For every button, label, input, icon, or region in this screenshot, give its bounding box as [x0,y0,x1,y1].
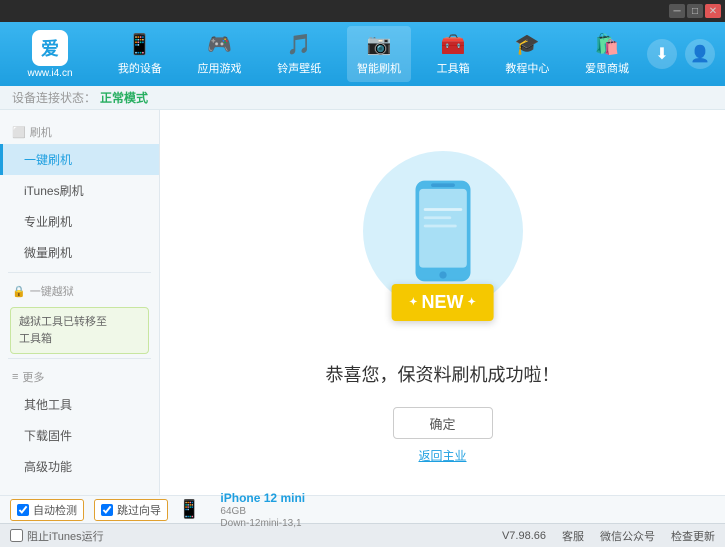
auto-flash-input[interactable] [17,504,29,516]
success-graphic: NEW [343,141,543,341]
more-section-icon: ≡ [12,371,18,383]
nav-app-game[interactable]: 🎮 应用游戏 [188,26,252,82]
back-link[interactable]: 返回主业 [418,447,466,464]
jailbreak-section-label: 一键越狱 [30,283,74,299]
sidebar-item-download-fw[interactable]: 下载固件 [0,420,159,451]
top-nav: 爱 www.i4.cn 📱 我的设备 🎮 应用游戏 🎵 铃声壁纸 📷 智能刷机 … [0,22,725,86]
nav-my-device[interactable]: 📱 我的设备 [108,26,172,82]
sidebar: ⬜ 刷机 一键刷机 iTunes刷机 专业刷机 微量刷机 🔒 一键越狱 越狱工具… [0,110,160,495]
tutorial-icon: 🎓 [515,32,540,57]
nav-ringtone[interactable]: 🎵 铃声壁纸 [267,26,331,82]
check-update-link[interactable]: 检查更新 [671,528,715,544]
use-wizard-input[interactable] [101,504,113,516]
conn-label: 设备连接状态： [12,89,96,106]
device-storage: 64GB [220,506,305,517]
toolbox-label: 工具箱 [437,60,470,76]
my-device-icon: 📱 [127,32,152,57]
lock-icon: 🔒 [12,285,26,298]
logo-icon: 爱 [32,30,68,66]
itunes-block-label: 阻止iTunes运行 [27,528,104,544]
device-phone-icon: 📱 [178,499,200,520]
sidebar-divider-1 [8,272,151,273]
flash-section-icon: ⬜ [12,126,26,139]
nav-items: 📱 我的设备 🎮 应用游戏 🎵 铃声壁纸 📷 智能刷机 🧰 工具箱 🎓 教程中心… [100,26,647,82]
sidebar-divider-2 [8,358,151,359]
customer-service-link[interactable]: 客服 [562,528,584,544]
sidebar-section-jailbreak: 🔒 一键越狱 [0,277,159,303]
download-btn[interactable]: ⬇ [647,39,677,69]
logo: 爱 www.i4.cn [10,30,90,79]
version-text: V7.98.66 [502,530,546,542]
app-game-icon: 🎮 [207,32,232,57]
minimize-btn[interactable]: ─ [669,4,685,18]
confirm-button[interactable]: 确定 [393,407,493,439]
sidebar-item-advanced[interactable]: 高级功能 [0,451,159,482]
status-right: V7.98.66 客服 微信公众号 检查更新 [502,528,715,544]
nav-smart-flash[interactable]: 📷 智能刷机 [347,26,411,82]
sidebar-item-itunes-flash[interactable]: iTunes刷机 [0,175,159,206]
nav-store[interactable]: 🛍️ 爱思商城 [575,26,639,82]
tutorial-label: 教程中心 [505,60,549,76]
itunes-block-checkbox[interactable]: 阻止iTunes运行 [10,528,104,544]
my-device-label: 我的设备 [118,60,162,76]
conn-value: 正常模式 [100,89,148,106]
store-label: 爱思商城 [585,60,629,76]
use-wizard-checkbox[interactable]: 跳过向导 [94,499,168,521]
new-badge: NEW [391,284,494,321]
phone-svg [408,176,478,286]
device-name: iPhone 12 mini [220,491,305,505]
maximize-btn[interactable]: □ [687,4,703,18]
title-bar: ─ □ ✕ [0,0,725,22]
close-btn[interactable]: ✕ [705,4,721,18]
nav-toolbox[interactable]: 🧰 工具箱 [427,26,480,82]
smart-flash-icon: 📷 [367,32,392,57]
ringtone-label: 铃声壁纸 [277,60,321,76]
auto-flash-label: 自动检测 [33,502,77,518]
success-title: 恭喜您，保资料刷机成功啦！ [326,361,560,387]
more-section-label: 更多 [22,369,44,385]
sidebar-item-one-key-flash[interactable]: 一键刷机 [0,144,159,175]
smart-flash-label: 智能刷机 [357,60,401,76]
nav-tutorial[interactable]: 🎓 教程中心 [495,26,559,82]
store-icon: 🛍️ [595,32,620,57]
nav-right: ⬇ 👤 [647,39,715,69]
use-wizard-label: 跳过向导 [117,502,161,518]
auto-flash-checkbox[interactable]: 自动检测 [10,499,84,521]
sidebar-section-flash: ⬜ 刷机 [0,118,159,144]
toolbox-icon: 🧰 [441,32,466,57]
itunes-block-input[interactable] [10,529,23,542]
sidebar-item-other-tools[interactable]: 其他工具 [0,389,159,420]
status-bar: 阻止iTunes运行 V7.98.66 客服 微信公众号 检查更新 [0,523,725,547]
content-area: NEW 恭喜您，保资料刷机成功啦！ 确定 返回主业 [160,110,725,495]
app-game-label: 应用游戏 [198,60,242,76]
sidebar-item-fix-flash[interactable]: 微量刷机 [0,237,159,268]
device-firmware: Down-12mini-13,1 [220,518,305,529]
connection-status-bar: 设备连接状态： 正常模式 [0,86,725,110]
logo-url: www.i4.cn [27,68,72,79]
flash-section-label: 刷机 [30,124,52,140]
wechat-link[interactable]: 微信公众号 [600,528,655,544]
status-left: 阻止iTunes运行 [10,528,104,544]
jailbreak-notice: 越狱工具已转移至工具箱 [10,307,149,354]
sidebar-item-pro-flash[interactable]: 专业刷机 [0,206,159,237]
ringtone-icon: 🎵 [287,32,312,57]
main-area: ⬜ 刷机 一键刷机 iTunes刷机 专业刷机 微量刷机 🔒 一键越狱 越狱工具… [0,110,725,495]
sidebar-section-more: ≡ 更多 [0,363,159,389]
user-btn[interactable]: 👤 [685,39,715,69]
device-bar: 自动检测 跳过向导 📱 iPhone 12 mini 64GB Down-12m… [0,495,725,523]
